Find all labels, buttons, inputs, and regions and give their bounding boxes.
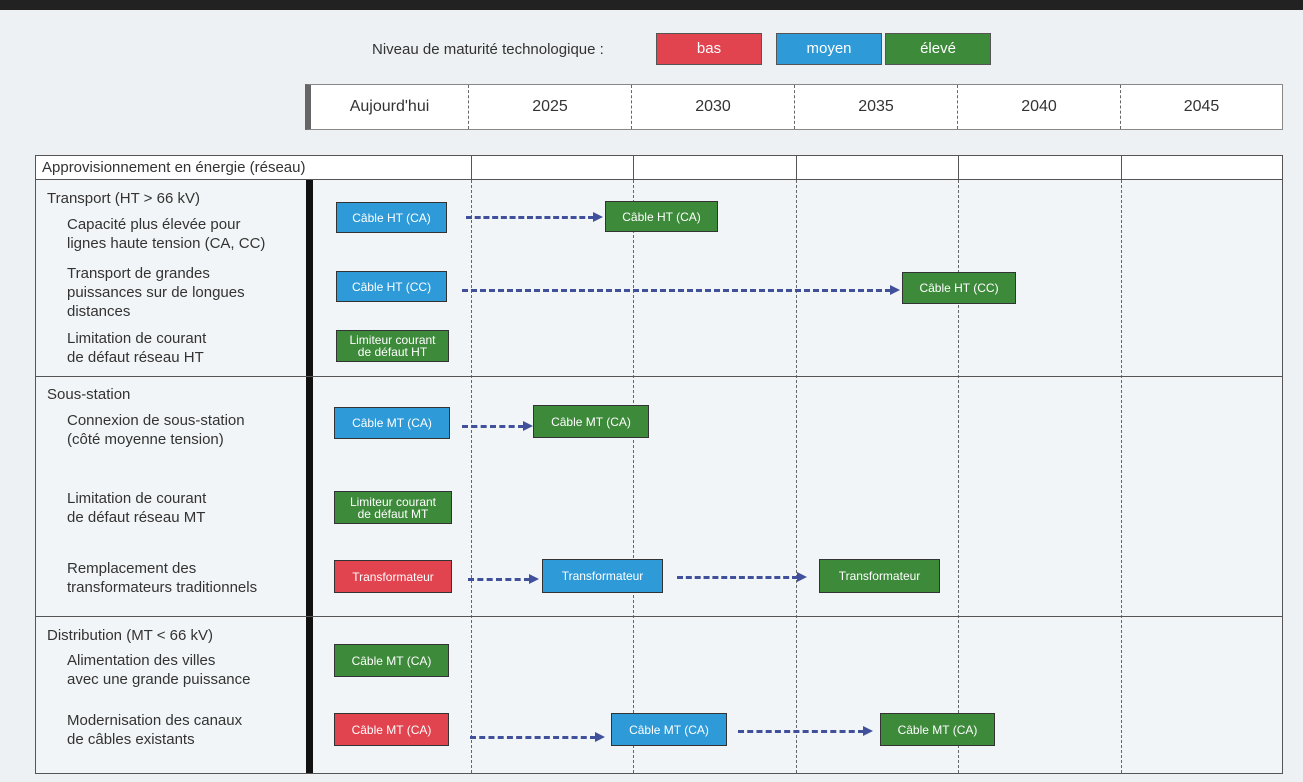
arrow-head	[595, 732, 605, 742]
grid-title-bar: Approvisionnement en énergie (réseau)	[36, 156, 1282, 180]
tech-box-medium: Câble HT (CC)	[336, 271, 447, 302]
timeline-today: Aujourd'hui	[311, 85, 469, 129]
maturity-legend: Niveau de maturité technologique : bas m…	[0, 33, 1303, 65]
timeline-2030: 2030	[632, 85, 795, 129]
arrow-head	[797, 572, 807, 582]
title-separator	[1121, 156, 1122, 180]
legend-level-medium: moyen	[776, 33, 882, 65]
progression-arrow	[462, 285, 900, 295]
section-title-distribution: Distribution (MT < 66 kV)	[47, 627, 214, 644]
legend-level-low: bas	[656, 33, 762, 65]
row-label: Connexion de sous-station (côté moyenne …	[67, 412, 245, 448]
tech-box-low: Câble MT (CA)	[334, 713, 449, 746]
arrow-head	[593, 212, 603, 222]
row-label: Modernisation des canaux de câbles exist…	[67, 712, 243, 748]
timeline-gridline	[633, 180, 634, 773]
title-separator	[958, 156, 959, 180]
section-divider	[36, 616, 1282, 617]
legend-title: Niveau de maturité technologique :	[372, 41, 604, 58]
tech-box-medium: Câble MT (CA)	[611, 713, 727, 746]
arrow-head	[529, 574, 539, 584]
tech-box-high: Câble HT (CA)	[605, 201, 718, 232]
tech-box-high: Limiteur courant de défaut HT	[336, 330, 449, 362]
tech-box-high: Limiteur courant de défaut MT	[334, 491, 452, 524]
arrow-head	[890, 285, 900, 295]
tech-box-medium: Transformateur	[542, 559, 663, 593]
tech-box-medium: Câble HT (CA)	[336, 202, 447, 233]
title-separator	[796, 156, 797, 180]
top-bar	[0, 0, 1303, 10]
timeline-gridline	[958, 180, 959, 773]
timeline-gridline	[471, 180, 472, 773]
row-label: Capacité plus élevée pour lignes haute t…	[67, 216, 266, 252]
progression-arrow	[738, 726, 873, 736]
timeline-2025: 2025	[469, 85, 632, 129]
progression-arrow	[468, 574, 539, 584]
legend-level-high: élevé	[885, 33, 991, 65]
arrow-head	[523, 421, 533, 431]
title-separator	[633, 156, 634, 180]
timeline-gridline	[796, 180, 797, 773]
tech-box-high: Câble MT (CA)	[880, 713, 995, 746]
section-divider	[36, 376, 1282, 377]
timeline-gridline	[1121, 180, 1122, 773]
row-label: Alimentation des villes avec une grande …	[67, 652, 251, 688]
tech-box-low: Transformateur	[334, 560, 452, 593]
progression-arrow	[677, 572, 807, 582]
timeline-2035: 2035	[795, 85, 958, 129]
today-marker-bar	[306, 180, 313, 773]
grid-title: Approvisionnement en énergie (réseau)	[42, 159, 306, 176]
tech-box-high: Transformateur	[819, 559, 940, 593]
progression-arrow	[470, 732, 605, 742]
timeline-header: Aujourd'hui 2025 2030 2035 2040 2045	[305, 84, 1283, 130]
row-label: Limitation de courant de défaut réseau H…	[67, 330, 207, 366]
arrow-head	[863, 726, 873, 736]
row-label: Limitation de courant de défaut réseau M…	[67, 490, 207, 526]
section-title-transport: Transport (HT > 66 kV)	[47, 190, 200, 207]
progression-arrow	[462, 421, 533, 431]
tech-box-medium: Câble MT (CA)	[334, 407, 450, 439]
roadmap-grid: Approvisionnement en énergie (réseau) Tr…	[35, 155, 1283, 774]
tech-box-high: Câble MT (CA)	[334, 644, 449, 677]
progression-arrow	[466, 212, 603, 222]
tech-box-high: Câble HT (CC)	[902, 272, 1016, 304]
row-label: Remplacement des transformateurs traditi…	[67, 560, 258, 596]
title-separator	[471, 156, 472, 180]
timeline-2040: 2040	[958, 85, 1121, 129]
section-title-substation: Sous-station	[47, 386, 131, 403]
timeline-2045: 2045	[1183, 98, 1220, 115]
row-label: Transport de grandes puissances sur de l…	[67, 265, 245, 320]
tech-box-high: Câble MT (CA)	[533, 405, 649, 438]
